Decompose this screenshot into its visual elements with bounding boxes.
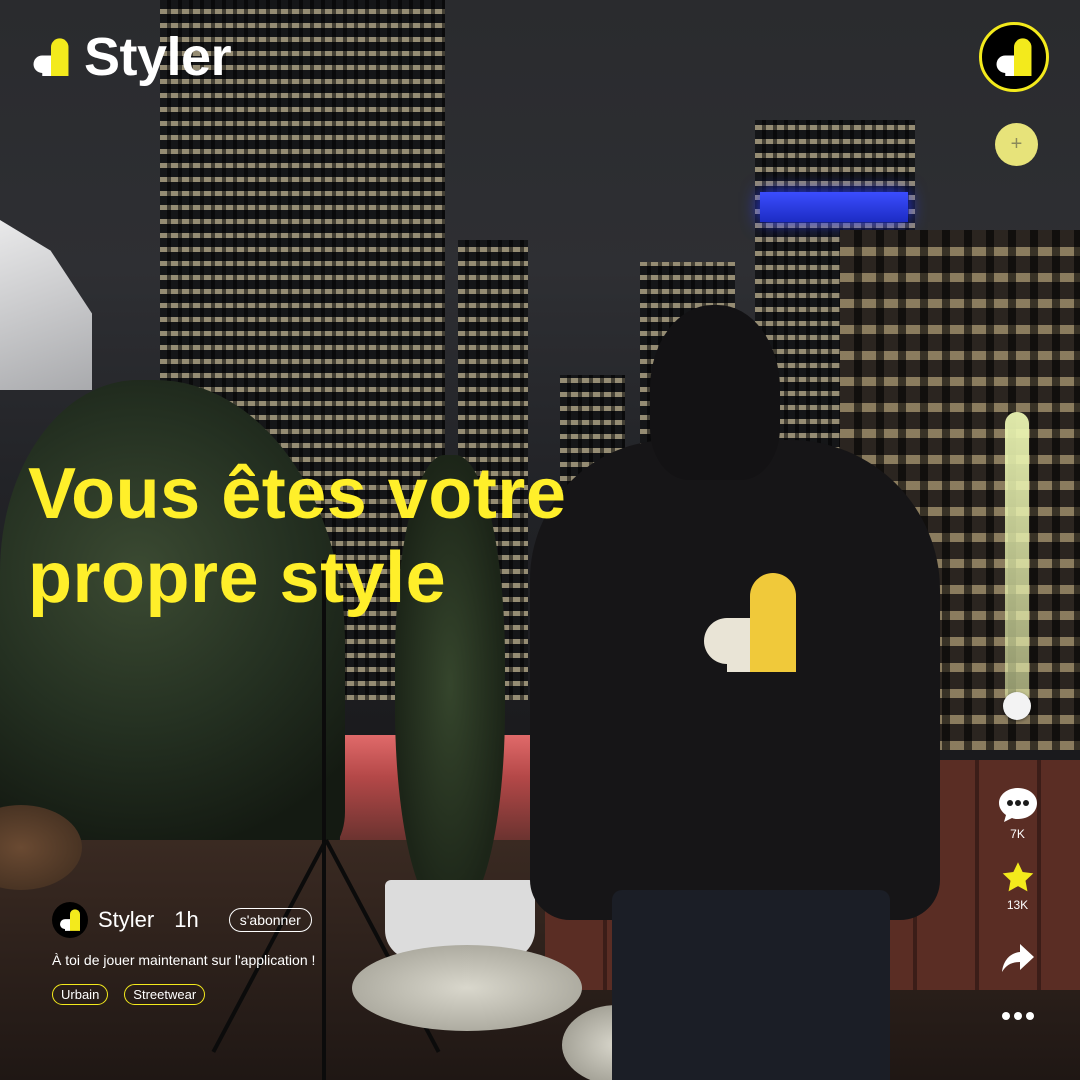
- tag-list: Urbain Streetwear: [52, 984, 315, 1005]
- follow-button[interactable]: +: [995, 123, 1038, 166]
- headline: Vous êtes votre propre style: [28, 454, 567, 618]
- post-info: Styler 1h s'abonner À toi de jouer maint…: [52, 902, 315, 1005]
- subscribe-button[interactable]: s'abonner: [228, 908, 312, 932]
- profile-avatar[interactable]: [979, 22, 1049, 92]
- comment-icon: [998, 788, 1037, 822]
- star-icon: [1002, 862, 1033, 892]
- person-hood: [650, 305, 780, 480]
- post-time: 1h: [174, 907, 199, 932]
- comment-button[interactable]: 7K: [990, 785, 1045, 841]
- tag-urbain[interactable]: Urbain: [52, 984, 109, 1005]
- post-caption: À toi de jouer maintenant sur l'applicat…: [52, 952, 316, 968]
- tent: [0, 220, 92, 390]
- star-count: 13K: [1006, 898, 1029, 912]
- tag-streetwear[interactable]: Streetwear: [124, 984, 206, 1005]
- heart-logo-icon: [996, 38, 1032, 76]
- more-icon: [1001, 1012, 1034, 1020]
- author-name[interactable]: Styler: [98, 907, 154, 933]
- tripod: [322, 560, 326, 1080]
- author-avatar[interactable]: [52, 902, 88, 938]
- table: [352, 945, 582, 1031]
- share-icon: [1001, 944, 1034, 972]
- plus-icon: +: [1010, 133, 1023, 155]
- hoodie-heart-logo-icon: [704, 573, 796, 672]
- more-button[interactable]: [990, 1010, 1045, 1022]
- comment-count: 7K: [1010, 827, 1025, 841]
- video-post-screen: Styler Vous êtes votre propre style + 7K…: [0, 0, 1080, 1080]
- heart-logo-icon: [60, 909, 80, 931]
- author-row: Styler 1h s'abonner: [52, 902, 315, 938]
- person-legs: [612, 890, 890, 1080]
- progress-track[interactable]: [1005, 412, 1029, 706]
- progress-handle[interactable]: [1003, 692, 1031, 720]
- blue-lights: [760, 192, 908, 222]
- heart-logo-icon: [33, 38, 69, 76]
- brand-header: Styler: [32, 27, 232, 87]
- progress-fill: [1005, 412, 1029, 706]
- favorite-button[interactable]: 13K: [990, 860, 1045, 912]
- share-button[interactable]: [990, 942, 1045, 974]
- brand-name: Styler: [84, 27, 232, 87]
